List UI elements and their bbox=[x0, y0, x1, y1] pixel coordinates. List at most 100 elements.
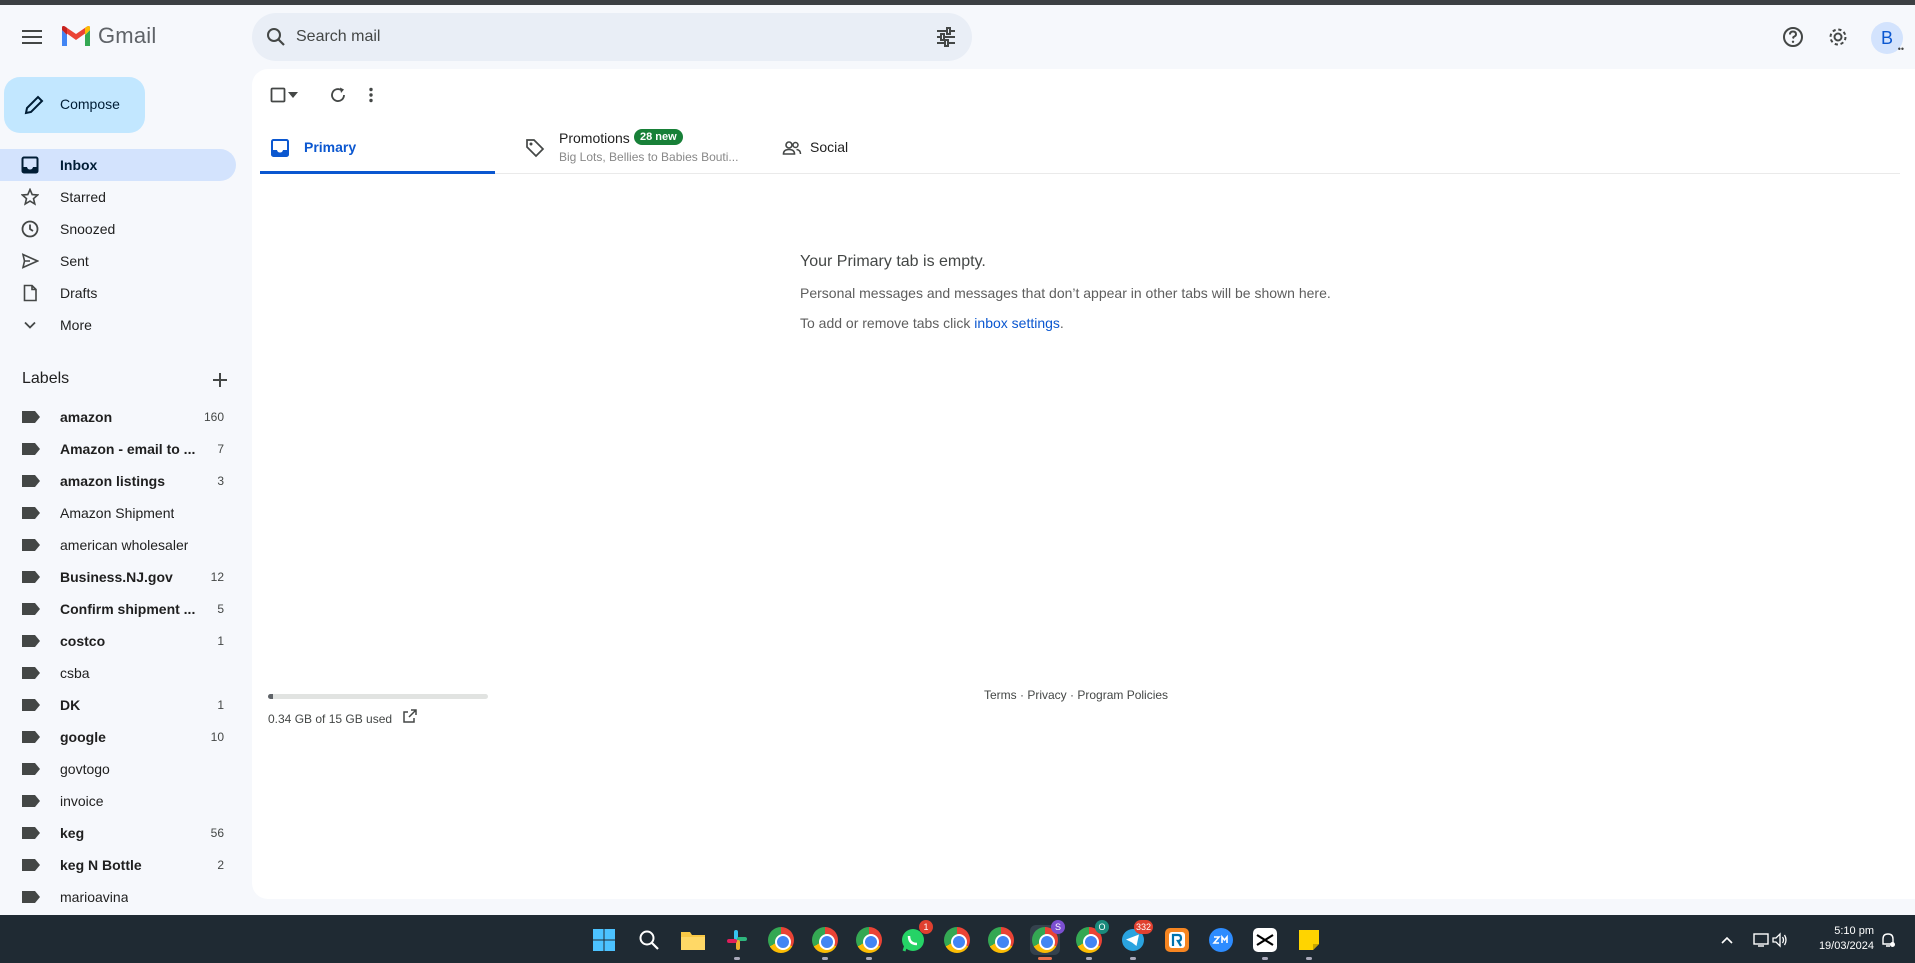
sticky-notes-app[interactable] bbox=[1294, 925, 1324, 960]
tag-icon bbox=[526, 139, 545, 158]
sidebar-item-sent[interactable]: Sent bbox=[0, 245, 236, 277]
label-item[interactable]: amazon listings 3 bbox=[0, 465, 236, 497]
capcut-app[interactable] bbox=[1250, 925, 1280, 960]
chrome-profile-app[interactable] bbox=[810, 925, 840, 960]
label-item[interactable]: Confirm shipment ... 5 bbox=[0, 593, 236, 625]
checkbox-icon bbox=[270, 87, 286, 103]
ringcentral-icon bbox=[1165, 928, 1189, 952]
label-item[interactable]: keg 56 bbox=[0, 817, 236, 849]
network-icon bbox=[1753, 933, 1769, 947]
gear-icon bbox=[1829, 28, 1847, 46]
slack-app[interactable] bbox=[722, 925, 752, 960]
label-item[interactable]: invoice bbox=[0, 785, 236, 817]
notification-center[interactable] bbox=[1876, 925, 1900, 955]
chrome-profile-app[interactable]: O bbox=[1074, 920, 1109, 960]
sidebar-item-inbox[interactable]: Inbox bbox=[0, 149, 236, 181]
label-tag-icon bbox=[22, 699, 40, 711]
chrome-profile-app-active[interactable]: S bbox=[1030, 920, 1065, 960]
sidebar-item-label: Drafts bbox=[60, 285, 98, 301]
tab-social[interactable]: Social bbox=[772, 122, 972, 174]
app-name: Gmail bbox=[98, 23, 157, 48]
telegram-app[interactable]: 332 bbox=[1118, 920, 1153, 960]
start-button[interactable] bbox=[589, 925, 619, 955]
chrome-icon bbox=[812, 927, 838, 953]
inbox-settings-link[interactable]: inbox settings bbox=[974, 315, 1060, 331]
label-count: 160 bbox=[203, 410, 224, 424]
search-icon[interactable] bbox=[264, 25, 288, 49]
label-count: 10 bbox=[210, 730, 224, 744]
settings-button[interactable] bbox=[1822, 21, 1854, 53]
program-policies-link[interactable]: Program Policies bbox=[1077, 688, 1168, 702]
new-count-badge: 28 new bbox=[634, 129, 683, 145]
network-volume-tray[interactable] bbox=[1746, 925, 1796, 955]
label-item[interactable]: govtogo bbox=[0, 753, 236, 785]
label-item[interactable]: Business.NJ.gov 12 bbox=[0, 561, 236, 593]
show-hidden-icons[interactable] bbox=[1715, 925, 1739, 955]
label-item[interactable]: amazon 160 bbox=[0, 401, 236, 433]
footer-links: Terms · Privacy · Program Policies bbox=[984, 688, 1168, 702]
chrome-profile-app[interactable] bbox=[986, 925, 1016, 955]
sidebar-nav: Inbox Starred Snoozed Sent Drafts More bbox=[0, 149, 236, 341]
compose-button[interactable]: Compose bbox=[4, 77, 145, 133]
profile-badge: S bbox=[1051, 920, 1065, 934]
chrome-profile-app[interactable] bbox=[942, 925, 972, 955]
gmail-logo[interactable]: Gmail bbox=[60, 23, 156, 49]
sidebar-item-snoozed[interactable]: Snoozed bbox=[0, 213, 236, 245]
label-count: 56 bbox=[210, 826, 224, 840]
terms-link[interactable]: Terms bbox=[984, 688, 1017, 702]
select-options-dropdown[interactable] bbox=[286, 83, 300, 107]
label-item[interactable]: american wholesaler bbox=[0, 529, 236, 561]
chrome-icon bbox=[944, 927, 970, 953]
chrome-profile-app[interactable] bbox=[854, 925, 884, 960]
label-item[interactable]: Amazon - email to ... 7 bbox=[0, 433, 236, 465]
account-avatar[interactable]: B •• bbox=[1871, 22, 1904, 54]
running-indicator bbox=[1086, 957, 1092, 960]
empty-state: Your Primary tab is empty. Personal mess… bbox=[800, 253, 1500, 331]
label-item[interactable]: Amazon Shipment bbox=[0, 497, 236, 529]
tab-primary[interactable]: Primary bbox=[260, 122, 495, 174]
star-icon bbox=[20, 187, 40, 207]
search-input[interactable] bbox=[296, 13, 896, 61]
chrome-app[interactable] bbox=[766, 925, 796, 955]
zoom-app[interactable] bbox=[1206, 925, 1236, 955]
search-bar[interactable] bbox=[252, 13, 972, 61]
create-label-plus-icon[interactable] bbox=[208, 368, 232, 392]
help-icon bbox=[1783, 27, 1803, 47]
label-tag-icon bbox=[22, 603, 40, 615]
running-indicator bbox=[866, 957, 872, 960]
tab-label: Social bbox=[810, 139, 849, 155]
file-explorer-app[interactable] bbox=[678, 925, 708, 955]
support-button[interactable] bbox=[1777, 21, 1809, 53]
label-tag-icon bbox=[22, 827, 40, 839]
sidebar-item-starred[interactable]: Starred bbox=[0, 181, 236, 213]
label-item[interactable]: marioavina bbox=[0, 881, 236, 913]
system-clock[interactable]: 5:10 pm 19/03/2024 bbox=[1808, 924, 1874, 954]
label-item[interactable]: keg N Bottle 2 bbox=[0, 849, 236, 881]
label-item[interactable]: csba bbox=[0, 657, 236, 689]
avatar-more-indicator: •• bbox=[1897, 44, 1904, 54]
more-actions-button[interactable] bbox=[359, 83, 383, 107]
whatsapp-app[interactable]: 1 bbox=[898, 920, 933, 955]
main-menu-button[interactable] bbox=[14, 19, 50, 55]
search-icon bbox=[639, 930, 659, 950]
tab-promotions[interactable]: Promotions 28 new Big Lots, Bellies to B… bbox=[515, 122, 755, 174]
taskbar-search[interactable] bbox=[634, 925, 664, 955]
label-name: keg N Bottle bbox=[60, 857, 142, 873]
label-name: invoice bbox=[60, 793, 104, 809]
label-count: 12 bbox=[210, 570, 224, 584]
ringcentral-app[interactable] bbox=[1162, 925, 1192, 955]
refresh-button[interactable] bbox=[326, 83, 350, 107]
label-tag-icon bbox=[22, 635, 40, 647]
privacy-link[interactable]: Privacy bbox=[1027, 688, 1066, 702]
capcut-icon bbox=[1253, 928, 1277, 952]
label-item[interactable]: costco 1 bbox=[0, 625, 236, 657]
open-external-icon[interactable] bbox=[402, 708, 418, 724]
sidebar-item-drafts[interactable]: Drafts bbox=[0, 277, 236, 309]
label-item[interactable]: DK 1 bbox=[0, 689, 236, 721]
sidebar-item-label: Snoozed bbox=[60, 221, 116, 237]
hamburger-menu-icon bbox=[22, 30, 42, 44]
mail-toolbar bbox=[266, 83, 466, 107]
sidebar-item-more[interactable]: More bbox=[0, 309, 236, 341]
label-item[interactable]: google 10 bbox=[0, 721, 236, 753]
search-options-icon[interactable] bbox=[934, 25, 958, 49]
